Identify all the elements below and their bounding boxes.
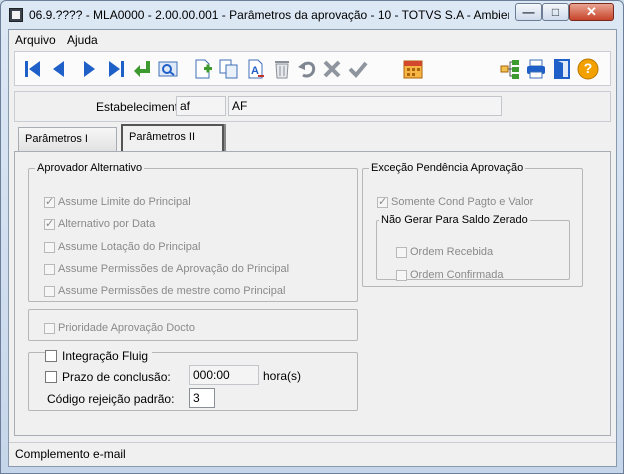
maximize-button[interactable]: □ xyxy=(542,3,569,21)
search-icon[interactable] xyxy=(156,57,180,81)
checkbox-label: Assume Permissões de Aprovação do Princi… xyxy=(58,263,290,275)
estabelecimento-code-field[interactable]: af xyxy=(176,96,226,116)
app-icon xyxy=(9,8,23,22)
codigo-rejeicao-field[interactable]: 3 xyxy=(189,388,215,408)
next-icon[interactable] xyxy=(77,57,101,81)
save-icon[interactable] xyxy=(346,57,370,81)
checkbox-box[interactable] xyxy=(44,217,55,230)
checkbox-box[interactable] xyxy=(396,269,407,281)
maximize-icon: □ xyxy=(551,5,560,19)
prioridade-aprovacao-checkbox[interactable]: Prioridade Aprovação Docto xyxy=(44,322,195,334)
estabelecimento-label: Estabelecimento: xyxy=(96,100,189,114)
help-glyph: ? xyxy=(583,60,593,76)
print-icon[interactable] xyxy=(524,57,548,81)
last-icon[interactable] xyxy=(104,57,128,81)
codigo-rejeicao-label: Código rejeição padrão: xyxy=(47,392,175,406)
previous-icon[interactable] xyxy=(47,57,71,81)
excecao-pendencia-legend: Exceção Pendência Aprovação xyxy=(371,162,524,174)
status-bar: Complemento e-mail xyxy=(9,442,616,466)
checkbox-box[interactable] xyxy=(45,371,57,383)
first-icon[interactable] xyxy=(21,57,45,81)
exit-icon[interactable] xyxy=(550,57,574,81)
checkbox-label: Somente Cond Pagto e Valor xyxy=(391,196,534,208)
aprovador-alternativo-legend: Aprovador Alternativo xyxy=(37,162,143,174)
minimize-button[interactable]: — xyxy=(515,3,542,21)
minimize-icon: — xyxy=(522,5,535,19)
checkbox-label: Assume Permissões de mestre como Princip… xyxy=(58,285,286,297)
window-title: 06.9.???? - MLA0000 - 2.00.00.001 - Parâ… xyxy=(29,8,509,22)
prazo-conclusao-checkbox[interactable]: Prazo de conclusão: xyxy=(45,370,171,384)
nao-gerar-legend: Não Gerar Para Saldo Zerado xyxy=(381,214,528,226)
tab-parametros-ii[interactable]: Parâmetros II xyxy=(121,124,224,151)
prazo-unit-label: hora(s) xyxy=(263,369,302,383)
assume-permissoes-aprovacao-checkbox[interactable]: Assume Permissões de Aprovação do Princi… xyxy=(44,263,289,275)
edit-icon[interactable]: A xyxy=(244,57,268,81)
ordem-confirmada-checkbox[interactable]: Ordem Confirmada xyxy=(396,269,504,281)
checkbox-label: Alternativo por Data xyxy=(58,218,156,230)
delete-icon[interactable] xyxy=(270,57,294,81)
assume-lotacao-checkbox[interactable]: Assume Lotação do Principal xyxy=(44,241,200,253)
assume-limite-checkbox[interactable]: Assume Limite do Principal xyxy=(44,195,191,208)
checkbox-label: Assume Limite do Principal xyxy=(58,196,191,208)
prazo-conclusao-field[interactable]: 000:00 xyxy=(189,365,259,385)
checkbox-box[interactable] xyxy=(396,246,407,258)
checkbox-box[interactable] xyxy=(44,241,55,253)
app-window: 06.9.???? - MLA0000 - 2.00.00.001 - Parâ… xyxy=(0,0,624,474)
svg-text:A: A xyxy=(251,65,259,77)
somente-cond-pagto-checkbox[interactable]: Somente Cond Pagto e Valor xyxy=(377,195,534,208)
calendar-icon[interactable] xyxy=(401,57,425,81)
undo-icon[interactable] xyxy=(295,57,319,81)
assume-permissoes-mestre-checkbox[interactable]: Assume Permissões de mestre como Princip… xyxy=(44,285,285,297)
estabelecimento-row: Estabelecimento: af AF xyxy=(14,91,611,122)
checkbox-label: Prioridade Aprovação Docto xyxy=(58,322,195,334)
alternativo-por-data-checkbox[interactable]: Alternativo por Data xyxy=(44,217,156,230)
new-icon[interactable] xyxy=(191,57,215,81)
copy-icon[interactable] xyxy=(217,57,241,81)
checkbox-box[interactable] xyxy=(44,195,55,208)
checkbox-box[interactable] xyxy=(44,263,55,275)
checkbox-label: Prazo de conclusão: xyxy=(62,370,171,384)
tab-page: Aprovador Alternativo Assume Limite do P… xyxy=(14,151,611,436)
checkbox-box[interactable] xyxy=(377,195,388,208)
tree-icon[interactable] xyxy=(498,57,522,81)
title-bar[interactable]: 06.9.???? - MLA0000 - 2.00.00.001 - Parâ… xyxy=(1,1,623,29)
go-to-icon[interactable] xyxy=(130,57,154,81)
checkbox-box[interactable] xyxy=(44,285,55,297)
menu-ajuda[interactable]: Ajuda xyxy=(67,33,98,47)
close-icon: ✕ xyxy=(586,4,597,19)
checkbox-label: Ordem Recebida xyxy=(410,246,494,258)
status-text: Complemento e-mail xyxy=(15,447,126,461)
checkbox-label: Ordem Confirmada xyxy=(410,269,504,281)
aprovador-alternativo-group: Aprovador Alternativo xyxy=(28,162,358,302)
checkbox-label: Integração Fluig xyxy=(62,349,149,363)
ordem-recebida-checkbox[interactable]: Ordem Recebida xyxy=(396,246,493,258)
estabelecimento-name-field[interactable]: AF xyxy=(228,96,502,116)
menu-arquivo[interactable]: Arquivo xyxy=(15,33,56,47)
help-icon[interactable]: ? xyxy=(576,57,600,81)
close-button[interactable]: ✕ xyxy=(569,3,614,21)
checkbox-label: Assume Lotação do Principal xyxy=(58,241,201,253)
checkbox-box[interactable] xyxy=(44,322,55,334)
checkbox-box[interactable] xyxy=(45,350,57,362)
menu-bar: Arquivo Ajuda xyxy=(9,30,616,50)
toolbar: A ? xyxy=(14,51,611,86)
tab-parametros-i[interactable]: Parâmetros I xyxy=(18,127,117,151)
integracao-fluig-checkbox[interactable]: Integração Fluig xyxy=(45,349,153,363)
cancel-icon[interactable] xyxy=(320,57,344,81)
client-area: Arquivo Ajuda A ? Estabelecimento: af AF… xyxy=(8,29,617,467)
